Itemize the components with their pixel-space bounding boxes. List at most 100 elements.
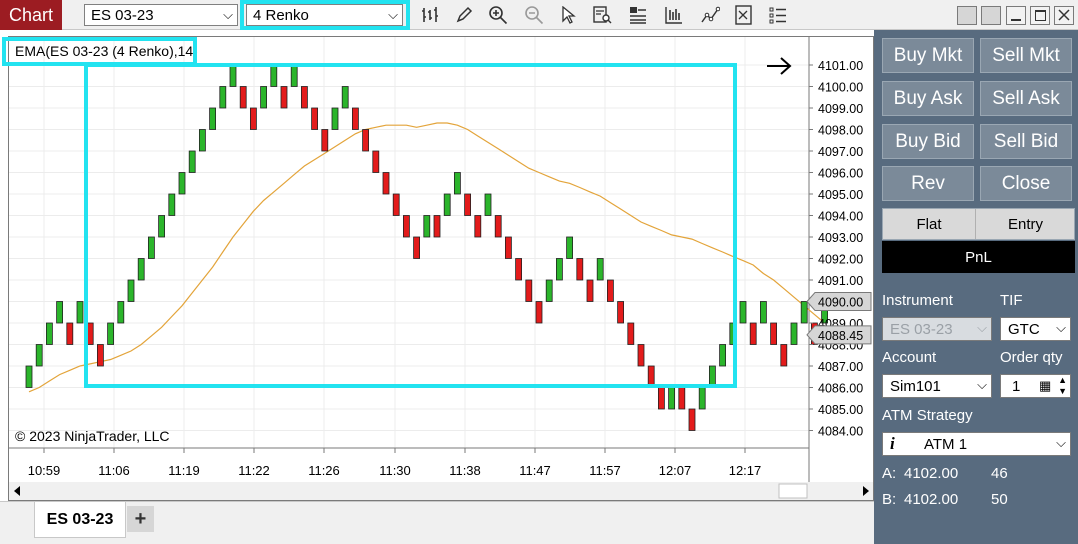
arrow-right-icon[interactable] — [767, 57, 792, 75]
price-axis-label: 4095.00 — [818, 188, 863, 202]
close-window-button[interactable] — [1054, 6, 1074, 25]
time-axis-label: 11:06 — [98, 463, 130, 478]
time-axis-label: 11:57 — [589, 463, 621, 478]
add-tab-button[interactable]: + — [127, 506, 154, 532]
time-axis-label: 11:38 — [449, 463, 481, 478]
menu-list-icon[interactable] — [766, 3, 790, 27]
stepper-arrows-icon[interactable]: ▲ ▼ — [1058, 375, 1067, 397]
renko-brick-up — [260, 86, 268, 109]
instrument-selector[interactable]: ES 03-23 ⌵ — [84, 4, 238, 26]
zoom-out-icon[interactable] — [522, 3, 546, 27]
renko-brick-up — [290, 64, 298, 87]
panel-instrument-value: ES 03-23 — [890, 320, 953, 338]
horizontal-scrollbar[interactable] — [9, 482, 873, 500]
renko-brick-down — [402, 215, 410, 238]
strategies-icon[interactable] — [698, 3, 722, 27]
panels-icon[interactable] — [626, 3, 650, 27]
minimize-button[interactable] — [1006, 6, 1026, 25]
close-position-button[interactable]: Close — [980, 166, 1072, 201]
atm-strategy-selector[interactable]: i ATM 1 ⌵ — [882, 432, 1071, 456]
renko-brick-down — [749, 322, 757, 345]
atm-strategy-label: ATM Strategy — [882, 407, 973, 424]
chart-area[interactable]: 4101.00 4100.00 4099.00 4098.00 4097.00 4096.… — [8, 36, 874, 501]
sell-bid-button[interactable]: Sell Bid — [980, 124, 1072, 159]
renko-brick-down — [97, 344, 104, 367]
buy-ask-button[interactable]: Buy Ask — [882, 81, 974, 116]
chart-tab[interactable]: Chart — [0, 0, 62, 30]
window-option-button[interactable] — [981, 6, 1001, 25]
renko-brick-up — [56, 301, 63, 324]
renko-brick-up — [596, 258, 604, 281]
tif-selector[interactable]: GTC ⌵ — [1000, 317, 1071, 341]
renko-brick-down — [433, 215, 441, 238]
buy-market-button[interactable]: Buy Mkt — [882, 38, 974, 73]
account-selector[interactable]: Sim101 ⌵ — [882, 374, 992, 398]
pencil-icon[interactable] — [452, 3, 476, 27]
toolbar: Chart ES 03-23 ⌵ 4 Renko ⌵ — [0, 0, 1078, 30]
zoom-in-icon[interactable] — [486, 3, 510, 27]
price-axis-label: 4100.00 — [818, 81, 863, 95]
order-qty-stepper[interactable]: 1 ▦ ▲ ▼ — [1000, 374, 1071, 398]
renko-brick-up — [719, 344, 726, 367]
renko-brick-up — [341, 86, 349, 109]
ask-price: 4102.00 — [904, 465, 959, 482]
sell-market-button[interactable]: Sell Mkt — [980, 38, 1072, 73]
last-price-tag: 4090.00 — [818, 296, 863, 310]
window-option-button[interactable] — [957, 6, 977, 25]
time-axis-label: 10:59 — [28, 463, 61, 478]
buy-bid-button[interactable]: Buy Bid — [882, 124, 974, 159]
renko-brick-up — [423, 215, 431, 238]
renko-brick-up — [668, 387, 675, 410]
order-qty-label: Order qty — [1000, 349, 1063, 366]
calculator-icon[interactable]: ▦ — [1039, 378, 1051, 394]
tab-es-03-23[interactable]: ES 03-23 — [34, 502, 126, 538]
bid-label: B: — [882, 491, 897, 508]
renko-brick-down — [515, 258, 523, 281]
price-axis-label: 4093.00 — [818, 231, 863, 245]
properties-icon[interactable] — [732, 3, 756, 27]
bid-size: 50 — [991, 491, 1008, 508]
renko-brick-up — [158, 215, 166, 238]
reverse-button[interactable]: Rev — [882, 166, 974, 201]
indicator-label: EMA(ES 03-23 (4 Renko),14) — [15, 43, 198, 59]
renko-brick-down — [464, 193, 472, 216]
renko-brick-down — [239, 86, 247, 109]
data-box-icon[interactable] — [590, 3, 614, 27]
bar-type-selector[interactable]: 4 Renko ⌵ — [246, 4, 403, 26]
instrument-label: Instrument — [882, 292, 953, 309]
time-axis-label: 12:07 — [659, 463, 692, 478]
renko-brick-down — [780, 344, 788, 367]
bar-style-icon[interactable] — [418, 3, 442, 27]
renko-brick-down — [504, 236, 512, 259]
price-axis-label: 4098.00 — [818, 124, 863, 138]
atm-strategy-value: ATM 1 — [924, 435, 968, 453]
renko-brick-down — [688, 408, 696, 431]
scrollbar-thumb[interactable] — [778, 483, 808, 499]
price-axis-label: 4085.00 — [818, 403, 863, 417]
price-axis-label: 4086.00 — [818, 382, 863, 396]
flat-label: Flat — [883, 209, 976, 239]
renko-brick-up — [209, 107, 217, 130]
indicators-icon[interactable] — [662, 3, 686, 27]
renko-brick-up — [760, 301, 767, 324]
renko-brick-up — [698, 387, 706, 410]
pointer-icon[interactable] — [556, 3, 580, 27]
pnl-display: PnL — [882, 241, 1075, 273]
renko-brick-down — [658, 387, 665, 410]
renko-brick-down — [494, 215, 502, 238]
maximize-button[interactable] — [1030, 6, 1050, 25]
price-axis-label: 4084.00 — [818, 425, 863, 439]
sell-ask-button[interactable]: Sell Ask — [980, 81, 1072, 116]
bid-price: 4102.00 — [904, 491, 959, 508]
renko-brick-up — [484, 193, 492, 216]
renko-brick-up — [127, 279, 135, 302]
info-icon[interactable]: i — [890, 434, 914, 454]
renko-brick-up — [219, 86, 227, 109]
chart-canvas[interactable]: 4101.00 4100.00 4099.00 4098.00 4097.00 4096.… — [9, 37, 873, 500]
renko-brick-down — [66, 322, 74, 345]
chevron-down-icon: ⌵ — [388, 7, 398, 22]
tif-value: GTC — [1008, 320, 1040, 338]
renko-brick-down — [392, 193, 400, 216]
renko-brick-up — [147, 236, 155, 259]
copyright-text: © 2023 NinjaTrader, LLC — [15, 428, 170, 444]
